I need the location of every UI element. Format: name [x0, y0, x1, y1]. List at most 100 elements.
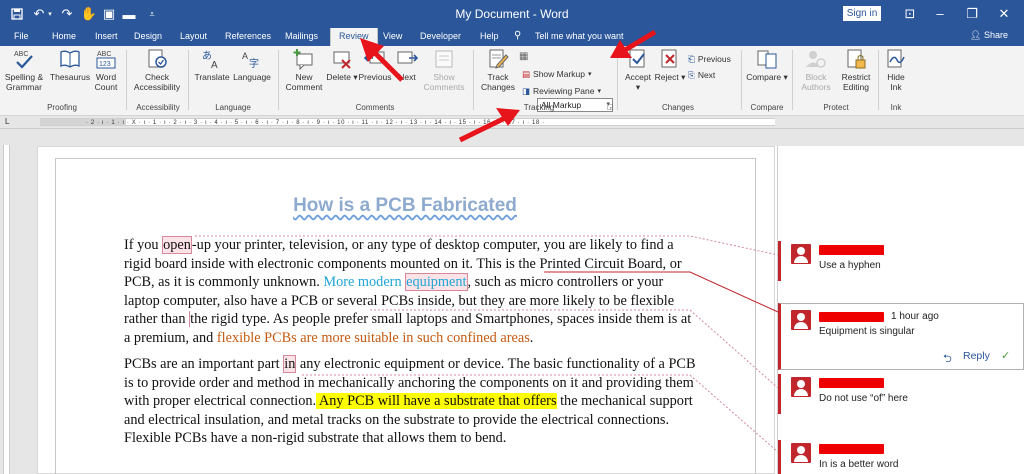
hide-ink-icon [885, 48, 907, 70]
ribbon-separator [188, 50, 189, 110]
group-label-language: Language [215, 103, 251, 112]
document-body[interactable]: If you open-up your printer, television,… [124, 236, 696, 456]
next-change-label: Next [697, 70, 716, 80]
svg-text:A: A [242, 51, 248, 61]
previous-change-label: Previous [697, 54, 731, 64]
tab-developer[interactable]: Developer [420, 31, 461, 41]
delete-comment-button[interactable]: Delete ▾ [326, 48, 358, 82]
next-change-button[interactable]: ⎘ Next [688, 68, 715, 82]
hide-ink-button[interactable]: Hide Ink [882, 48, 910, 92]
highlighted-text[interactable]: Any PCB will have a substrate that offer… [316, 393, 557, 409]
new-comment-button[interactable]: New Comment [282, 48, 326, 92]
reply-button[interactable]: Reply [963, 350, 990, 362]
word-window: ↶ ▾ ↷ ✋ ▣ ▬ ⩡ My Document - Word Sign in… [0, 0, 1024, 474]
dialog-launcher-icon[interactable]: ◲ [607, 103, 614, 111]
horizontal-ruler[interactable]: L · 2 · ı · 1 · ı · X · ı · 1 · ı · 2 · … [0, 116, 1024, 129]
spelling-grammar-button[interactable]: ABC Spelling & Grammar [4, 48, 44, 92]
reply-icon[interactable]: ⮌ [943, 350, 952, 369]
close-icon[interactable]: ✕ [989, 4, 1019, 24]
tab-mailings[interactable]: Mailings [285, 31, 318, 41]
accept-label: Accept ▾ [625, 72, 651, 92]
tab-file[interactable]: File [14, 31, 29, 41]
resolve-icon[interactable]: ✓ [1001, 349, 1010, 362]
compare-button[interactable]: Compare ▾ [746, 48, 788, 82]
thesaurus-button[interactable]: Thesaurus [48, 48, 92, 82]
block-authors-button[interactable]: Block Authors [796, 48, 836, 92]
check-accessibility-label: Check Accessibility [133, 72, 181, 92]
ribbon-display-options-icon[interactable]: ⊡ [895, 4, 925, 24]
restrict-editing-button[interactable]: Restrict Editing [836, 48, 876, 92]
restore-icon[interactable]: ❐ [957, 4, 987, 24]
vertical-ruler[interactable] [0, 130, 13, 474]
comment-anchor-in[interactable]: in [283, 355, 297, 373]
group-label-protect: Protect [823, 103, 849, 112]
tab-home[interactable]: Home [52, 31, 76, 41]
tab-view[interactable]: View [383, 31, 402, 41]
previous-change-button[interactable]: ⎗ Previous [688, 52, 731, 66]
tab-layout[interactable]: Layout [180, 31, 207, 41]
accept-label-text: Accept [625, 72, 651, 82]
language-label: Language [233, 72, 271, 82]
comment-card[interactable]: Kamal Ghosh In is a better word [778, 440, 1024, 474]
tab-help[interactable]: Help [480, 31, 499, 41]
ribbon-separator [278, 50, 279, 110]
share-button[interactable]: 👤︎ Share [970, 30, 1008, 41]
paragraph-1[interactable]: If you open-up your printer, television,… [124, 236, 696, 347]
tab-insert[interactable]: Insert [95, 31, 118, 41]
ribbon-separator [792, 50, 793, 110]
comment-card[interactable]: Kamal Ghosh Use a hyphen [778, 241, 1024, 281]
ribbon-separator [126, 50, 127, 110]
comment-card[interactable]: Kamal Ghosh Do not use “of” here [778, 374, 1024, 414]
tracked-insertion[interactable]: More modern [323, 274, 405, 290]
minimize-icon[interactable]: – [925, 4, 955, 24]
document-heading[interactable]: How is a PCB Fabricated [125, 195, 685, 217]
reject-button[interactable]: Reject ▾ [654, 48, 686, 82]
thesaurus-label: Thesaurus [49, 72, 91, 82]
tab-selector-icon[interactable]: L [5, 117, 9, 126]
language-button[interactable]: A字 Language [233, 48, 271, 82]
new-comment-label: New Comment [285, 72, 323, 92]
next-comment-icon [396, 48, 418, 70]
translate-icon: あA [201, 48, 223, 70]
ribbon-separator [617, 50, 618, 110]
delete-label-text: Delete [326, 72, 351, 82]
ribbon-tabs: File Home Insert Design Layout Reference… [0, 28, 1024, 46]
ruler-track: · 2 · ı · 1 · ı · X · ı · 1 · ı · 2 · ı … [40, 118, 775, 126]
previous-comment-button[interactable]: Previous [356, 48, 394, 82]
translate-button[interactable]: あA Translate [192, 48, 232, 82]
group-label-tracking: Tracking [523, 103, 555, 112]
comment-anchor-open[interactable]: open [162, 236, 192, 254]
paragraph-2[interactable]: PCBs are an important part in any electr… [124, 355, 696, 448]
tab-references[interactable]: References [225, 31, 271, 41]
track-changes-button[interactable]: Track Changes [478, 48, 518, 92]
reject-label-text: Reject [654, 72, 679, 82]
heading-text: How is a PCB Fabricated [293, 195, 517, 216]
tab-review[interactable]: Review [330, 28, 378, 46]
spelling-check-icon: ABC [13, 48, 35, 70]
delete-comment-label: Delete ▾ [326, 72, 358, 82]
text-run: PCBs are an important part [124, 356, 284, 372]
check-accessibility-button[interactable]: Check Accessibility [130, 48, 184, 92]
word-count-button[interactable]: ABC 123 Word Count [92, 48, 120, 92]
show-comments-button[interactable]: Show Comments [420, 48, 468, 92]
next-change-icon: ⎘ [688, 69, 695, 80]
show-comments-icon [433, 48, 455, 70]
ribbon-separator [878, 50, 879, 110]
tell-me-search[interactable]: Tell me what you want [535, 31, 624, 41]
accept-button[interactable]: Accept ▾ [622, 48, 654, 92]
comment-text: In is a better word [819, 459, 899, 470]
sign-in-button[interactable]: Sign in [843, 6, 881, 21]
accessibility-icon [146, 48, 168, 70]
reject-label: Reject ▾ [654, 72, 686, 82]
group-label-accessibility: Accessibility [136, 103, 180, 112]
next-comment-button[interactable]: Next [394, 48, 420, 82]
show-markup-button[interactable]: ▤ Show Markup ▾ [522, 67, 592, 81]
word-count-label: Word Count [94, 72, 118, 92]
suggested-text[interactable]: flexible PCBs are more suitable in such … [217, 330, 530, 346]
comment-anchor-equipment[interactable]: equipment [405, 273, 468, 291]
vertical-ruler-strip [3, 145, 10, 474]
reviewing-pane-button[interactable]: ◨ Reviewing Pane ▾ [522, 84, 601, 98]
comment-text: Equipment is singular [819, 326, 915, 337]
tab-design[interactable]: Design [134, 31, 162, 41]
display-review-icon: ▦ [519, 51, 529, 62]
